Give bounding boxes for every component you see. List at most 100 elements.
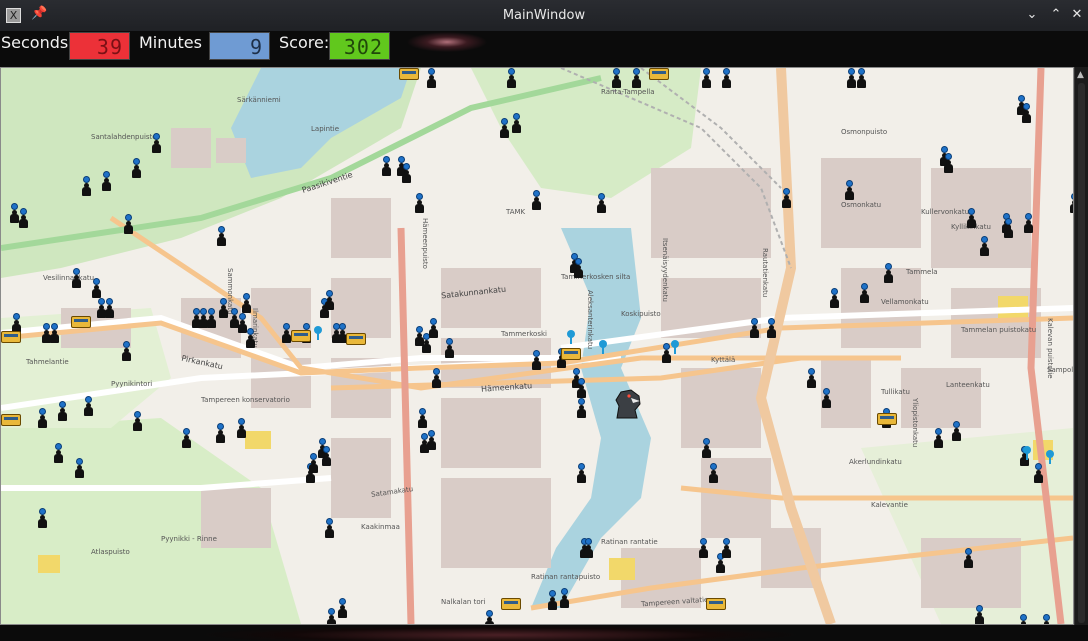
person-marker[interactable] <box>151 133 162 153</box>
person-marker[interactable] <box>821 388 832 408</box>
minimize-chevron-down-icon[interactable]: ⌄ <box>1023 6 1041 24</box>
person-marker[interactable] <box>829 288 840 308</box>
person-marker[interactable] <box>766 318 777 338</box>
person-marker[interactable] <box>444 338 455 358</box>
person-marker[interactable] <box>428 318 439 338</box>
person-marker[interactable] <box>531 350 542 370</box>
person-marker[interactable] <box>123 214 134 234</box>
person-marker[interactable] <box>806 368 817 388</box>
person-marker[interactable] <box>57 401 68 421</box>
person-marker[interactable] <box>381 156 392 176</box>
person-marker[interactable] <box>104 298 115 318</box>
person-marker[interactable] <box>1018 614 1029 624</box>
person-marker[interactable] <box>708 463 719 483</box>
person-marker[interactable] <box>721 68 732 88</box>
person-marker[interactable] <box>91 278 102 298</box>
bus-icon[interactable] <box>346 333 366 345</box>
person-marker[interactable] <box>18 208 29 228</box>
person-marker[interactable] <box>966 208 977 228</box>
person-marker[interactable] <box>324 518 335 538</box>
person-marker[interactable] <box>856 68 867 88</box>
person-marker[interactable] <box>215 423 226 443</box>
person-marker[interactable] <box>417 408 428 428</box>
person-marker[interactable] <box>701 438 712 458</box>
person-marker[interactable] <box>245 328 256 348</box>
person-marker[interactable] <box>1041 614 1052 624</box>
bus-icon[interactable] <box>561 348 581 360</box>
person-marker[interactable] <box>431 368 442 388</box>
person-marker[interactable] <box>131 158 142 178</box>
person-marker[interactable] <box>83 396 94 416</box>
person-marker[interactable] <box>576 398 587 418</box>
person-marker[interactable] <box>859 283 870 303</box>
person-marker[interactable] <box>531 190 542 210</box>
bus-icon[interactable] <box>501 598 521 610</box>
person-marker[interactable] <box>583 538 594 558</box>
scroll-up-icon[interactable]: ▲ <box>1077 70 1084 80</box>
person-marker[interactable] <box>74 458 85 478</box>
person-marker[interactable] <box>943 153 954 173</box>
person-marker[interactable] <box>53 443 64 463</box>
person-marker[interactable] <box>181 428 192 448</box>
person-marker[interactable] <box>1033 463 1044 483</box>
person-marker[interactable] <box>559 588 570 608</box>
person-marker[interactable] <box>844 180 855 200</box>
person-marker[interactable] <box>218 298 229 318</box>
person-marker[interactable] <box>951 421 962 441</box>
person-marker[interactable] <box>49 323 60 343</box>
person-marker[interactable] <box>132 411 143 431</box>
person-marker[interactable] <box>698 538 709 558</box>
person-marker[interactable] <box>631 68 642 88</box>
bus-icon[interactable] <box>649 68 669 80</box>
person-marker[interactable] <box>576 378 587 398</box>
person-marker[interactable] <box>236 418 247 438</box>
person-marker[interactable] <box>511 113 522 133</box>
maximize-chevron-up-icon[interactable]: ⌃ <box>1047 6 1065 24</box>
person-marker[interactable] <box>37 508 48 528</box>
person-marker[interactable] <box>241 293 252 313</box>
person-marker[interactable] <box>576 463 587 483</box>
person-marker[interactable] <box>1003 218 1014 238</box>
person-marker[interactable] <box>414 193 425 213</box>
person-marker[interactable] <box>216 226 227 246</box>
person-marker[interactable] <box>749 318 760 338</box>
person-marker[interactable] <box>206 308 217 328</box>
person-marker[interactable] <box>573 258 584 278</box>
bus-icon[interactable] <box>291 330 311 342</box>
person-marker[interactable] <box>963 548 974 568</box>
person-marker[interactable] <box>11 313 22 333</box>
person-marker[interactable] <box>701 68 712 88</box>
person-marker[interactable] <box>484 610 495 624</box>
bus-icon[interactable] <box>1 331 21 343</box>
person-marker[interactable] <box>37 408 48 428</box>
person-marker[interactable] <box>426 430 437 450</box>
person-marker[interactable] <box>933 428 944 448</box>
person-marker[interactable] <box>337 598 348 618</box>
person-marker[interactable] <box>121 341 132 361</box>
bus-icon[interactable] <box>399 68 419 80</box>
map-vertical-scrollbar[interactable]: ▲ <box>1074 67 1088 625</box>
person-marker[interactable] <box>883 263 894 283</box>
close-icon[interactable]: ✕ <box>1068 6 1086 24</box>
person-marker[interactable] <box>611 68 622 88</box>
bus-icon[interactable] <box>877 413 897 425</box>
person-marker[interactable] <box>974 605 985 624</box>
person-marker[interactable] <box>401 163 412 183</box>
person-marker[interactable] <box>1021 103 1032 123</box>
person-marker[interactable] <box>426 68 437 88</box>
bus-icon[interactable] <box>706 598 726 610</box>
person-marker[interactable] <box>979 236 990 256</box>
city-map[interactable]: Paasikiventie Satakunnankatu Pirkankatu Häm… <box>0 67 1074 625</box>
bus-icon[interactable] <box>71 316 91 328</box>
bus-icon[interactable] <box>1 414 21 426</box>
person-marker[interactable] <box>326 608 337 624</box>
person-marker[interactable] <box>321 446 332 466</box>
person-marker[interactable] <box>506 68 517 88</box>
person-marker[interactable] <box>1023 213 1034 233</box>
person-marker[interactable] <box>81 176 92 196</box>
person-marker[interactable] <box>596 193 607 213</box>
person-marker[interactable] <box>499 118 510 138</box>
scrollbar-thumb[interactable] <box>1078 83 1085 623</box>
monster-player-icon[interactable] <box>613 388 643 420</box>
person-marker[interactable] <box>101 171 112 191</box>
